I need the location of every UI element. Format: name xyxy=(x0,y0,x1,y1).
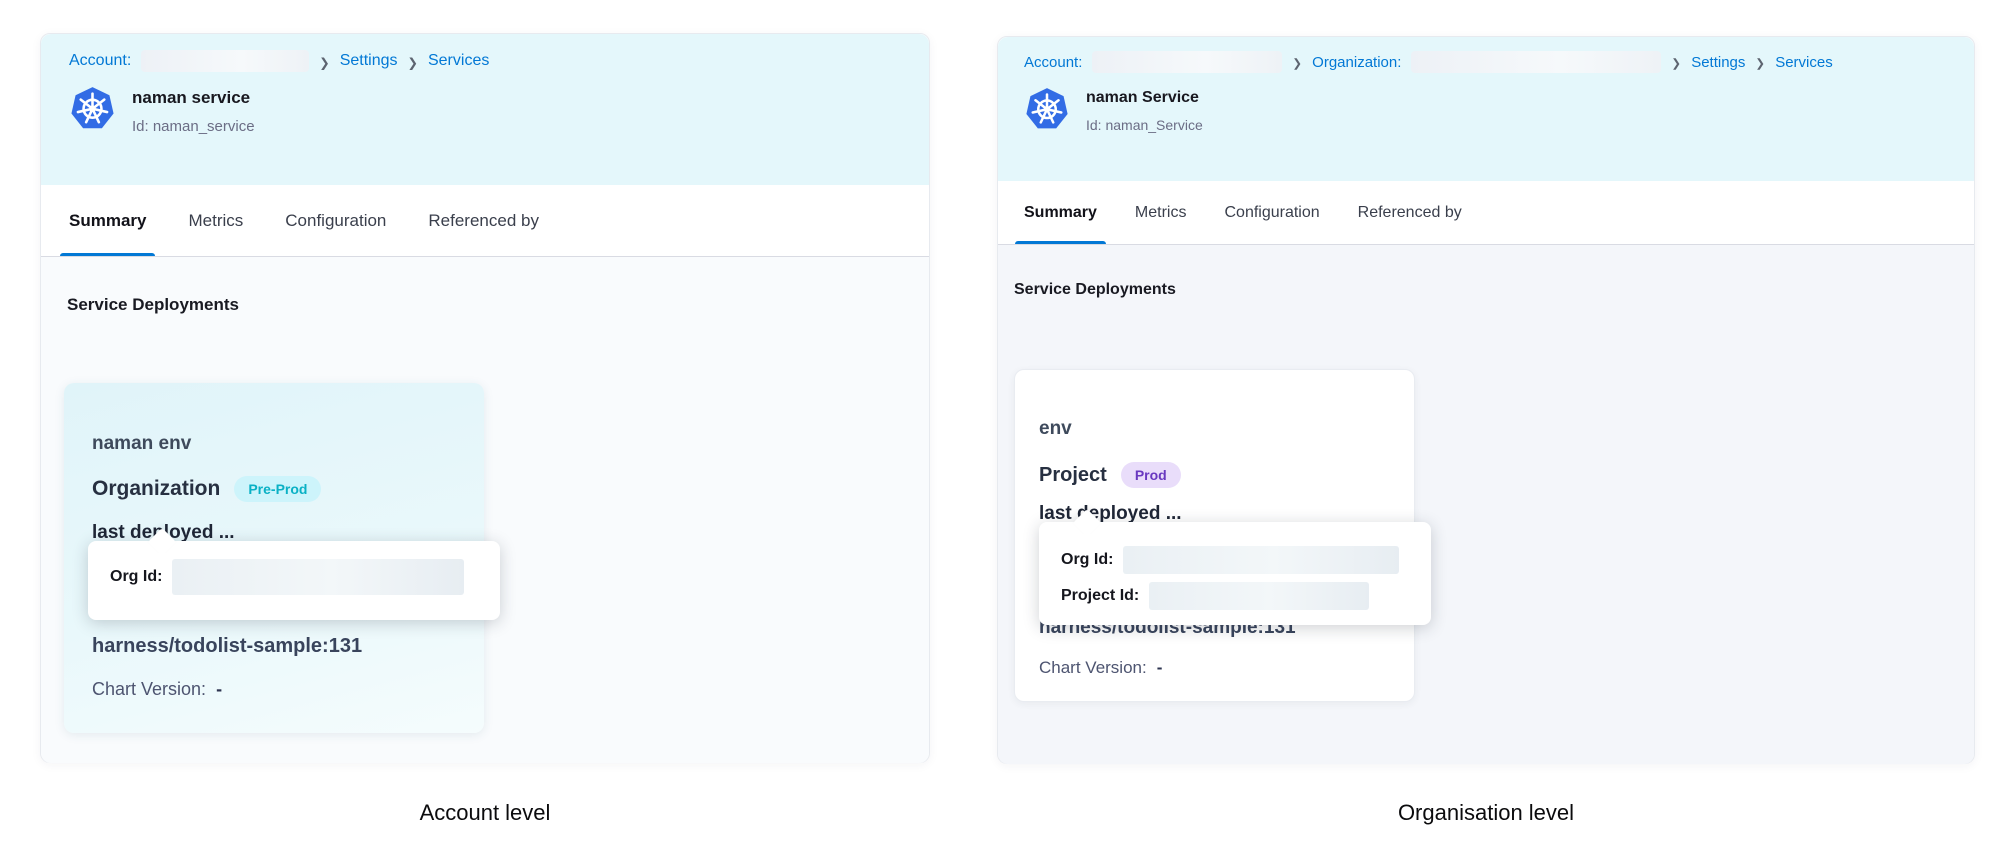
chart-version-label: Chart Version: xyxy=(92,679,206,700)
env-type-badge: Prod xyxy=(1121,462,1181,488)
tab-summary[interactable]: Summary xyxy=(69,185,146,256)
chart-version-value: - xyxy=(1157,658,1163,678)
project-id-label: Project Id: xyxy=(1061,587,1139,605)
kubernetes-icon xyxy=(69,86,116,137)
scope-label: Project xyxy=(1039,464,1107,487)
tab-configuration[interactable]: Configuration xyxy=(1224,181,1319,244)
kubernetes-icon xyxy=(1024,87,1070,137)
redacted-account-name xyxy=(1092,51,1282,73)
tab-metrics[interactable]: Metrics xyxy=(1135,181,1187,244)
chevron-right-icon: ❯ xyxy=(319,55,329,70)
breadcrumb-settings-link[interactable]: Settings xyxy=(340,52,398,70)
artifact-tag: harness/todolist-sample:131 xyxy=(92,635,362,658)
scope-id-tooltip: Org Id: xyxy=(88,541,500,620)
org-id-label: Org Id: xyxy=(1061,551,1113,569)
redacted-account-name xyxy=(141,50,309,72)
breadcrumb-organization-link[interactable]: Organization: xyxy=(1312,54,1401,71)
env-type-badge: Pre-Prod xyxy=(234,476,321,502)
chart-version-value: - xyxy=(216,679,222,700)
caption-organisation-level: Organisation level xyxy=(997,800,1975,826)
screenshot-canvas: Account: ❯ Settings ❯ Services xyxy=(0,0,2000,865)
service-tabs: Summary Metrics Configuration Referenced… xyxy=(998,181,1974,245)
redacted-organization-name xyxy=(1411,51,1661,73)
breadcrumb: Account: ❯ Organization: ❯ Settings ❯ Se… xyxy=(1024,51,1948,73)
breadcrumb: Account: ❯ Settings ❯ Services xyxy=(69,50,901,72)
service-header: Account: ❯ Settings ❯ Services xyxy=(41,34,929,185)
environment-name: naman env xyxy=(92,433,191,455)
redacted-project-id xyxy=(1149,582,1369,610)
breadcrumb-services-link[interactable]: Services xyxy=(1775,54,1833,71)
service-id: Id: naman_Service xyxy=(1086,117,1203,133)
scope-label: Organization xyxy=(92,477,220,501)
section-title: Service Deployments xyxy=(67,295,239,315)
tab-summary[interactable]: Summary xyxy=(1024,181,1097,244)
section-title: Service Deployments xyxy=(1014,281,1176,299)
breadcrumb-settings-link[interactable]: Settings xyxy=(1691,54,1745,71)
service-header: Account: ❯ Organization: ❯ Settings ❯ Se… xyxy=(998,37,1974,181)
service-id: Id: naman_service xyxy=(132,118,255,135)
tab-metrics[interactable]: Metrics xyxy=(188,185,243,256)
service-title: naman Service xyxy=(1086,89,1203,107)
breadcrumb-account-link[interactable]: Account: xyxy=(1024,54,1082,71)
service-tabs: Summary Metrics Configuration Referenced… xyxy=(41,185,929,257)
service-title: naman service xyxy=(132,88,255,108)
redacted-org-id xyxy=(1123,546,1399,574)
caption-account-level: Account level xyxy=(40,800,930,826)
chevron-right-icon: ❯ xyxy=(1755,56,1765,70)
redacted-org-id xyxy=(172,559,464,595)
environment-card[interactable]: naman env Organization Pre-Prod last dep… xyxy=(64,383,484,733)
summary-tab-content: Service Deployments env Project Prod las… xyxy=(998,245,1974,764)
org-id-label: Org Id: xyxy=(110,568,162,586)
environment-name: env xyxy=(1039,418,1072,440)
breadcrumb-services-link[interactable]: Services xyxy=(428,52,489,70)
tab-referenced-by[interactable]: Referenced by xyxy=(1358,181,1462,244)
chevron-right-icon: ❯ xyxy=(1671,56,1681,70)
organisation-level-panel: Account: ❯ Organization: ❯ Settings ❯ Se… xyxy=(997,36,1975,764)
tab-configuration[interactable]: Configuration xyxy=(285,185,386,256)
chevron-right-icon: ❯ xyxy=(1292,56,1302,70)
breadcrumb-account-link[interactable]: Account: xyxy=(69,52,131,70)
scope-id-tooltip: Org Id: Project Id: xyxy=(1039,522,1431,625)
tab-referenced-by[interactable]: Referenced by xyxy=(428,185,539,256)
chart-version-label: Chart Version: xyxy=(1039,658,1147,678)
environment-card[interactable]: env Project Prod last deployed ... Org I… xyxy=(1014,369,1415,702)
account-level-panel: Account: ❯ Settings ❯ Services xyxy=(40,33,930,763)
summary-tab-content: Service Deployments naman env Organizati… xyxy=(41,257,929,763)
chevron-right-icon: ❯ xyxy=(408,55,418,70)
